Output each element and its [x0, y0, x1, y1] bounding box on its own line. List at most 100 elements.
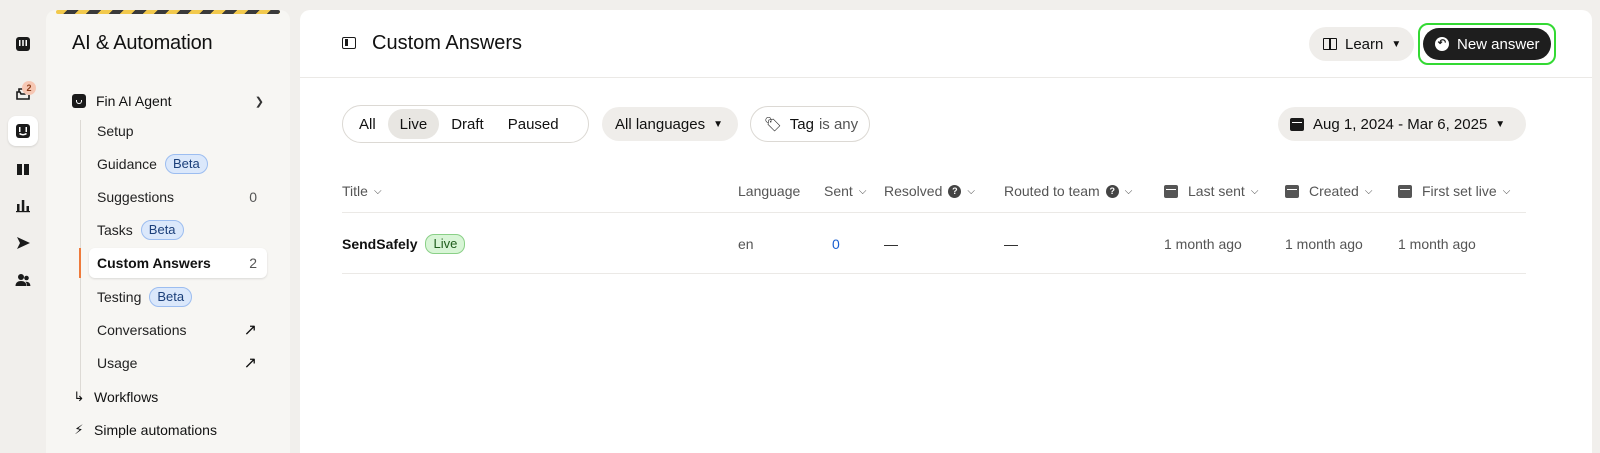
chevron-down-icon: ⌵ [1502, 185, 1511, 197]
chevron-down-icon: ❯ [254, 95, 264, 108]
messages-icon[interactable]: 2 [8, 79, 38, 109]
beta-badge: Beta [140, 220, 184, 240]
sidebar-item-count: 0 [249, 189, 257, 205]
page-title: Custom Answers [372, 32, 523, 54]
table-header: Title ⌵ Language Sent ⌵ Resolved ? ⌵ Rou… [342, 173, 1526, 213]
column-first-live-label: First set live [1422, 183, 1497, 199]
help-icon[interactable]: ? [1105, 184, 1119, 198]
sidebar-item-setup[interactable]: Setup [89, 116, 267, 146]
sidebar-accent-stripe [56, 10, 280, 14]
sidebar-item-label: Custom Answers [97, 255, 211, 271]
sidebar-item-label: Tasks [97, 222, 133, 238]
tag-filter-value: is any [818, 115, 859, 133]
column-routed-to-team[interactable]: Routed to team ? ⌵ [1004, 183, 1132, 199]
chevron-down-icon: ⌵ [1250, 185, 1259, 197]
date-range-filter[interactable]: Aug 1, 2024 - Mar 6, 2025 ▼ [1278, 107, 1526, 141]
sidebar-item-guidance[interactable]: Guidance Beta [89, 149, 267, 179]
status-filter-all[interactable]: All [347, 109, 388, 139]
sidebar: AI & Automation Fin AI Agent ❯ Setup Gui… [46, 10, 290, 453]
column-created[interactable]: Created ⌵ [1285, 183, 1372, 199]
external-link-icon: ↗ [243, 322, 257, 339]
fin-ai-agent-icon [72, 94, 86, 108]
sidebar-item-label: Suggestions [97, 189, 175, 205]
workflows-icon: ↳ [73, 389, 85, 404]
chevron-down-icon: ⌵ [1124, 185, 1133, 197]
page-header: Custom Answers Learn ▼ ↶ New answer [300, 10, 1592, 78]
bolt-icon: ⚡︎ [74, 422, 84, 437]
sidebar-item-custom-answers[interactable]: Custom Answers 2 [79, 248, 267, 278]
status-filter-paused[interactable]: Paused [496, 109, 571, 139]
external-link-icon: ↗ [243, 355, 257, 372]
column-last-sent-label: Last sent [1188, 183, 1245, 199]
active-indicator [79, 248, 81, 278]
calendar-icon [1285, 184, 1299, 198]
tag-filter[interactable]: 🏷︎ Tag is any [750, 106, 870, 142]
sidebar-item-label: Conversations [97, 322, 187, 338]
status-filter: All Live Draft Paused [342, 105, 589, 143]
tag-filter-label: Tag [789, 115, 814, 133]
row-sent[interactable]: 0 [832, 236, 840, 252]
row-first-set-live: 1 month ago [1398, 236, 1476, 252]
date-range-label: Aug 1, 2024 - Mar 6, 2025 [1313, 115, 1488, 133]
calendar-icon [1398, 184, 1412, 198]
beta-badge: Beta [149, 287, 193, 307]
caret-down-icon: ▼ [1391, 38, 1402, 50]
calendar-icon [1164, 184, 1178, 198]
sidebar-item-label: Guidance [97, 156, 157, 172]
learn-label: Learn [1345, 35, 1384, 53]
reports-icon[interactable] [8, 190, 38, 220]
column-sent[interactable]: Sent ⌵ [824, 183, 866, 199]
row-language: en [738, 236, 754, 252]
inbox-icon[interactable] [8, 29, 38, 59]
column-first-set-live[interactable]: First set live ⌵ [1398, 183, 1510, 199]
language-filter-label: All languages [615, 115, 706, 133]
sidebar-item-label: Workflows [94, 389, 159, 405]
outbound-icon[interactable] [8, 228, 38, 258]
column-language-label: Language [738, 183, 801, 199]
new-answer-button[interactable]: ↶ New answer [1418, 23, 1556, 65]
contacts-icon[interactable] [8, 265, 38, 295]
column-created-label: Created [1309, 183, 1359, 199]
column-title[interactable]: Title ⌵ [342, 183, 382, 199]
sidebar-item-conversations[interactable]: Conversations ↗ [89, 315, 267, 345]
sidebar-group-fin-ai-agent[interactable]: Fin AI Agent ❯ [72, 90, 272, 112]
help-icon[interactable]: ? [948, 184, 962, 198]
status-filter-draft[interactable]: Draft [439, 109, 496, 139]
caret-down-icon: ▼ [1495, 118, 1506, 130]
column-last-sent[interactable]: Last sent ⌵ [1164, 183, 1258, 199]
sidebar-item-count: 2 [249, 255, 257, 271]
learn-button[interactable]: Learn ▼ [1309, 27, 1414, 61]
sidebar-item-label: Simple automations [94, 422, 217, 438]
row-title[interactable]: SendSafely Live [342, 234, 466, 254]
book-icon [1323, 38, 1337, 50]
row-created: 1 month ago [1285, 236, 1363, 252]
new-answer-icon: ↶ [1435, 37, 1449, 51]
table-row[interactable]: SendSafely Live en 0 — — 1 month ago 1 m… [342, 214, 1526, 274]
status-badge: Live [425, 234, 466, 254]
messages-badge: 2 [22, 81, 36, 95]
sidebar-item-testing[interactable]: Testing Beta [89, 282, 267, 312]
toggle-sidebar-icon[interactable] [342, 37, 356, 49]
new-answer-button-inner[interactable]: ↶ New answer [1423, 28, 1551, 60]
column-resolved[interactable]: Resolved ? ⌵ [884, 183, 975, 199]
language-filter[interactable]: All languages ▼ [602, 107, 738, 141]
status-filter-live[interactable]: Live [387, 109, 440, 139]
sidebar-item-label: Testing [97, 289, 142, 305]
column-title-label: Title [342, 183, 368, 199]
column-routed-label: Routed to team [1004, 183, 1100, 199]
sidebar-item-tasks[interactable]: Tasks Beta [89, 215, 267, 245]
sidebar-item-suggestions[interactable]: Suggestions 0 [89, 182, 267, 212]
row-resolved: — [884, 236, 898, 252]
fin-icon[interactable] [8, 116, 38, 146]
main-panel: Custom Answers Learn ▼ ↶ New answer All … [300, 10, 1592, 453]
calendar-icon [1290, 117, 1304, 131]
column-sent-label: Sent [824, 183, 853, 199]
row-title-text: SendSafely [342, 236, 418, 252]
sidebar-item-usage[interactable]: Usage ↗ [89, 348, 267, 378]
sidebar-item-label: Usage [97, 355, 138, 371]
caret-down-icon: ▼ [713, 118, 723, 130]
sidebar-item-simple-automations[interactable]: ⚡︎ Simple automations [72, 419, 272, 441]
sidebar-item-workflows[interactable]: ↳ Workflows [72, 386, 272, 408]
knowledge-icon[interactable] [8, 154, 38, 184]
chevron-down-icon: ⌵ [858, 185, 867, 197]
